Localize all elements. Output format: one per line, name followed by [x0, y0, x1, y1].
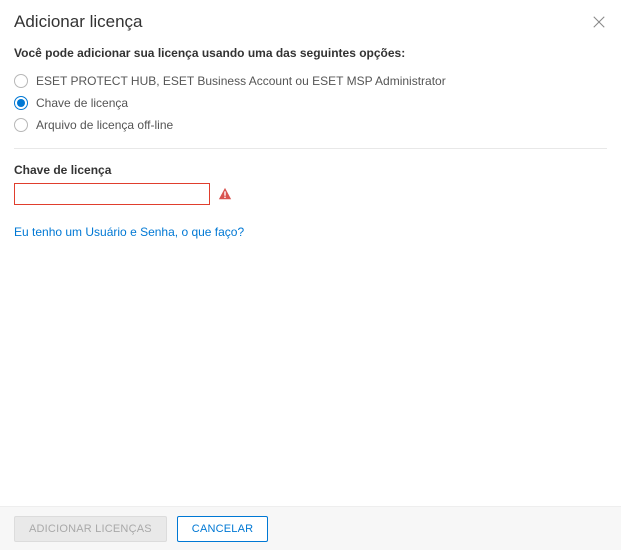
radio-icon — [14, 74, 28, 88]
license-key-label: Chave de licença — [14, 163, 607, 177]
prompt-text: Você pode adicionar sua licença usando u… — [14, 46, 607, 60]
radio-label: ESET PROTECT HUB, ESET Business Account … — [36, 74, 446, 88]
dialog-footer: ADICIONAR LICENÇAS CANCELAR — [0, 506, 621, 550]
radio-icon — [14, 96, 28, 110]
license-key-input[interactable] — [14, 183, 210, 205]
radio-label: Arquivo de licença off-line — [36, 118, 173, 132]
license-option-group: ESET PROTECT HUB, ESET Business Account … — [14, 70, 607, 146]
radio-label: Chave de licença — [36, 96, 128, 110]
add-licenses-button[interactable]: ADICIONAR LICENÇAS — [14, 516, 167, 542]
close-button[interactable] — [591, 14, 607, 30]
divider — [14, 148, 607, 149]
help-link[interactable]: Eu tenho um Usuário e Senha, o que faço? — [14, 225, 244, 239]
radio-option-offline[interactable]: Arquivo de licença off-line — [14, 114, 607, 136]
cancel-button[interactable]: CANCELAR — [177, 516, 269, 542]
dialog-title: Adicionar licença — [14, 12, 143, 32]
warning-icon — [218, 187, 232, 201]
radio-icon — [14, 118, 28, 132]
radio-option-hub[interactable]: ESET PROTECT HUB, ESET Business Account … — [14, 70, 607, 92]
close-icon — [592, 15, 606, 29]
radio-option-key[interactable]: Chave de licença — [14, 92, 607, 114]
